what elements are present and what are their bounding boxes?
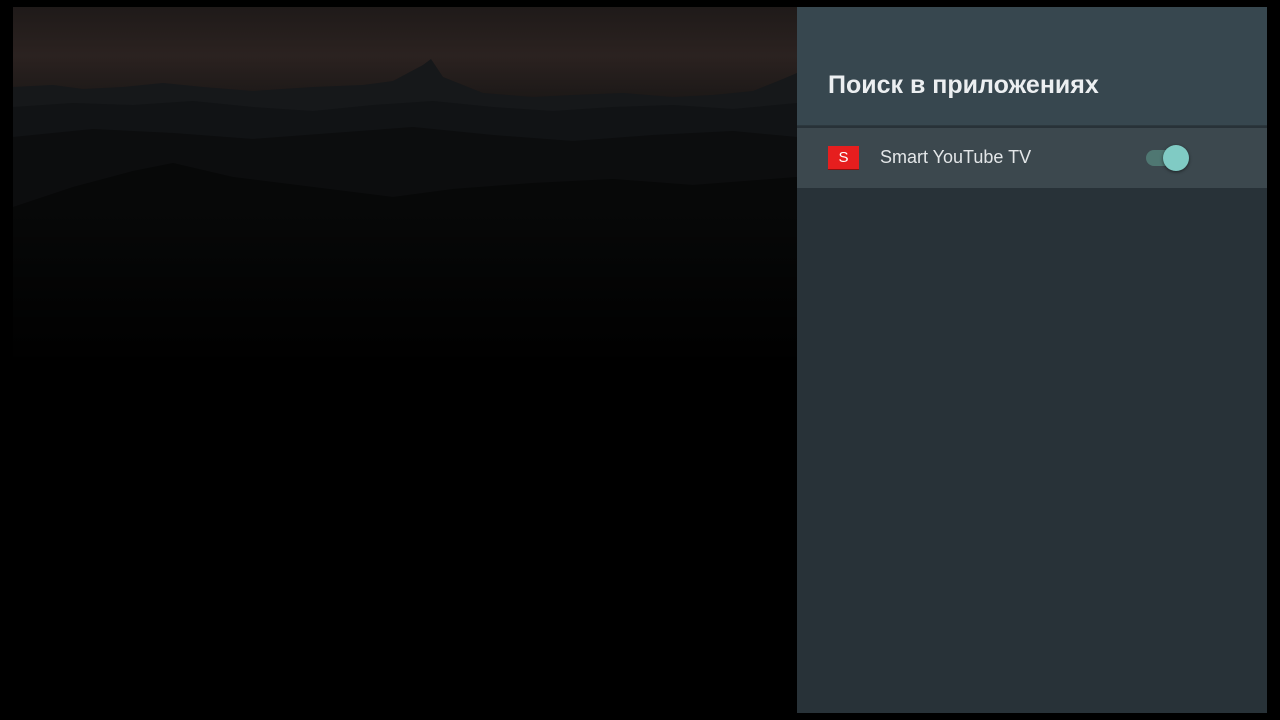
toggle-thumb: [1163, 145, 1189, 171]
tv-screen: Поиск в приложениях S Smart YouTube TV: [0, 0, 1280, 720]
list-item-smart-youtube-tv[interactable]: S Smart YouTube TV: [797, 128, 1267, 188]
panel-title: Поиск в приложениях: [828, 71, 1099, 99]
background-wallpaper: [13, 7, 797, 713]
search-settings-panel: Поиск в приложениях S Smart YouTube TV: [797, 7, 1267, 713]
app-name-label: Smart YouTube TV: [880, 147, 1032, 167]
smart-youtube-tv-app-icon: S: [828, 146, 859, 169]
search-toggle-switch[interactable]: [1145, 143, 1191, 173]
panel-header: Поиск в приложениях: [797, 7, 1267, 126]
